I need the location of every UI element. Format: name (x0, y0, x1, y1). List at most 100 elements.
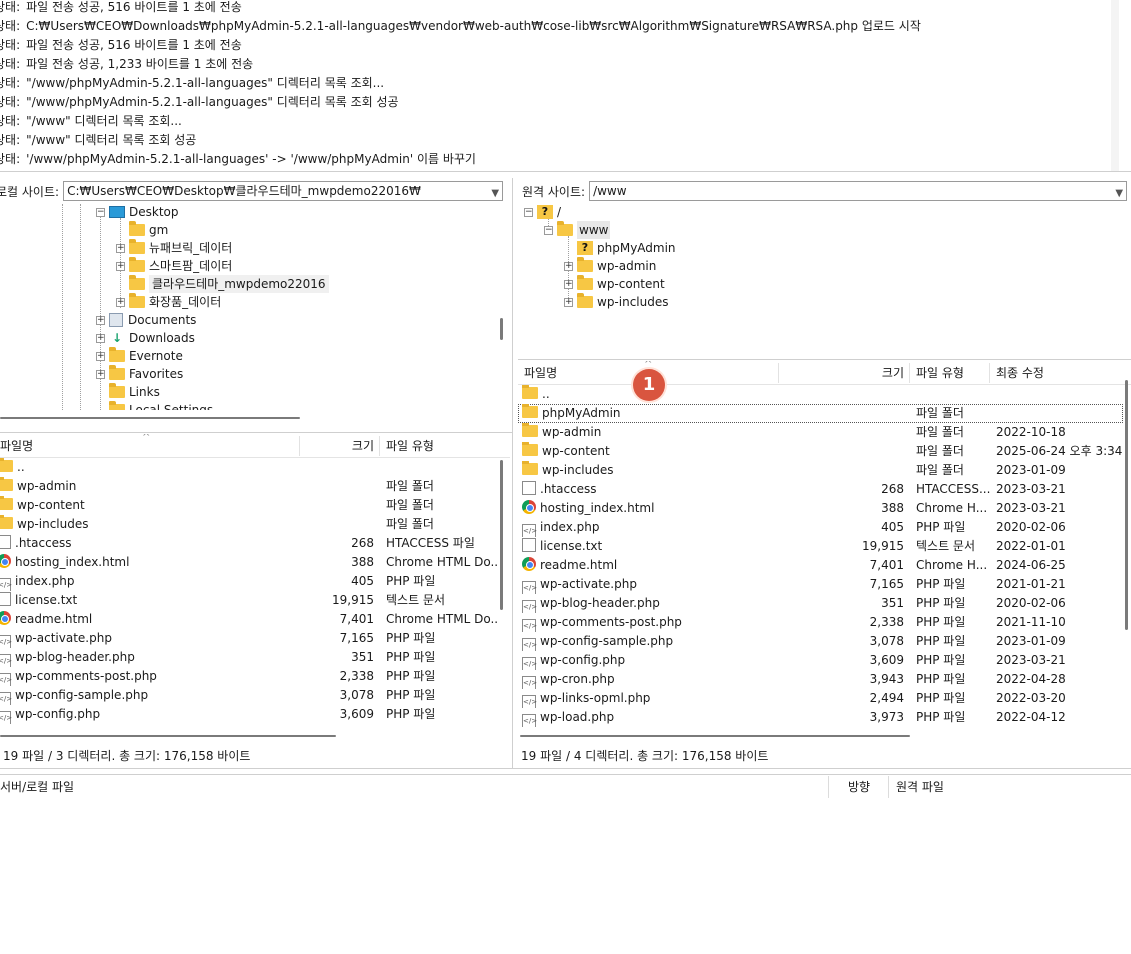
local-file-row[interactable]: </> wp-activate.php 7,165 PHP 파일 (0, 629, 500, 648)
file-name: wp-activate.php (540, 577, 637, 591)
log-scrollbar[interactable] (1111, 0, 1119, 171)
collapse-icon[interactable]: − (544, 225, 553, 235)
remote-list-h-scrollbar[interactable] (520, 735, 910, 737)
local-file-row[interactable]: wp-includes 파일 폴더 (0, 515, 500, 534)
file-modified: 2022-04-28 (996, 672, 1066, 686)
remote-file-row[interactable]: wp-includes 파일 폴더 2023-01-09 (518, 461, 1123, 480)
remote-file-row[interactable]: .htaccess 268 HTACCESS... 2023-03-21 (518, 480, 1123, 499)
local-tree-node[interactable]: 클라우드테마_mwpdemo22016 (116, 275, 329, 293)
local-file-row[interactable]: readme.html 7,401 Chrome HTML Do... (0, 610, 500, 629)
local-file-row[interactable]: hosting_index.html 388 Chrome HTML Do... (0, 553, 500, 572)
expand-icon[interactable]: + (564, 261, 573, 271)
local-file-list[interactable]: 파일명 ^ 크기 파일 유형 .. wp-admin 파일 폴더 wp-content… (0, 434, 510, 728)
pane-divider[interactable] (512, 178, 513, 768)
local-file-row[interactable]: .htaccess 268 HTACCESS 파일 (0, 534, 500, 553)
expand-icon[interactable]: + (96, 333, 105, 343)
file-name: hosting_index.html (15, 555, 130, 569)
local-file-row[interactable]: </> index.php 405 PHP 파일 (0, 572, 500, 591)
local-tree-h-scrollbar[interactable] (0, 417, 300, 419)
remote-file-row[interactable]: </> wp-load.php 3,973 PHP 파일 2022-04-12 (518, 708, 1123, 727)
remote-file-row[interactable]: </> wp-links-opml.php 2,494 PHP 파일 2022-03-2… (518, 689, 1123, 708)
remote-file-row[interactable]: readme.html 7,401 Chrome H... 2024-06-25 (518, 556, 1123, 575)
local-tree-node[interactable]: + Favorites (96, 365, 183, 383)
collapse-icon[interactable]: − (96, 207, 105, 217)
remote-header-name[interactable]: 파일명 (524, 361, 644, 385)
transfer-queue[interactable]: 서버/로컬 파일 방향 원격 파일 (0, 774, 1131, 798)
remote-tree-node[interactable]: + wp-content (564, 275, 665, 293)
local-tree-node[interactable]: + ↓ Downloads (96, 329, 195, 347)
remote-tree-node[interactable]: − www (544, 221, 611, 239)
expand-icon[interactable]: + (116, 297, 125, 307)
remote-file-row[interactable]: </> wp-activate.php 7,165 PHP 파일 2021-01-21 (518, 575, 1123, 594)
remote-file-row[interactable]: </> wp-comments-post.php 2,338 PHP 파일 2021-1… (518, 613, 1123, 632)
local-file-row[interactable]: </> wp-blog-header.php 351 PHP 파일 (0, 648, 500, 667)
expand-icon[interactable]: + (96, 315, 105, 325)
local-tree-node[interactable]: + 뉴패브릭_데이터 (116, 239, 232, 257)
remote-file-list[interactable]: 파일명 ^ 크기 파일 유형 최종 수정 .. phpMyAdmin 파일 폴더 wp… (518, 361, 1131, 728)
chevron-down-icon[interactable]: ▼ (491, 185, 499, 200)
remote-pane-divider[interactable] (518, 359, 1131, 360)
remote-file-row[interactable]: </> index.php 405 PHP 파일 2020-02-06 (518, 518, 1123, 537)
local-file-row[interactable]: .. (0, 458, 500, 477)
remote-tree-node[interactable]: ? phpMyAdmin (564, 239, 676, 257)
local-header-size[interactable]: 크기 (300, 434, 374, 458)
local-file-row[interactable]: </> wp-config-sample.php 3,078 PHP 파일 (0, 686, 500, 705)
local-file-row[interactable]: </> wp-config.php 3,609 PHP 파일 (0, 705, 500, 724)
documents-icon (109, 313, 123, 327)
message-log[interactable]: 상태:파일 전송 성공, 516 바이트를 1 초에 전송상태:C:₩Users… (0, 0, 1131, 172)
expand-icon[interactable]: + (116, 261, 125, 271)
expand-icon[interactable]: + (96, 351, 105, 361)
local-directory-tree[interactable]: − Desktop gm + 뉴패브릭_데이터 + 스마트팜_데이터 클라우드테마_mwpde… (0, 204, 510, 410)
remote-file-row[interactable]: wp-content 파일 폴더 2025-06-24 오후 3:34 (518, 442, 1123, 461)
file-type: 텍스트 문서 (916, 539, 976, 553)
remote-file-row[interactable]: license.txt 19,915 텍스트 문서 2022-01-01 (518, 537, 1123, 556)
local-tree-node[interactable]: + Documents (96, 311, 196, 329)
chevron-down-icon[interactable]: ▼ (1115, 185, 1123, 200)
expand-icon[interactable]: + (116, 243, 125, 253)
remote-list-scrollbar[interactable] (1125, 380, 1128, 630)
collapse-icon[interactable]: − (524, 207, 533, 217)
local-tree-scrollbar[interactable] (500, 318, 503, 340)
local-pane-divider[interactable] (0, 432, 512, 433)
remote-file-row[interactable]: .. (518, 385, 1123, 404)
remote-tree-node[interactable]: + wp-admin (564, 257, 656, 275)
remote-directory-tree[interactable]: −? / − www? phpMyAdmin + wp-admin + wp-content + w… (518, 204, 1131, 354)
remote-file-row[interactable]: </> wp-config-sample.php 3,078 PHP 파일 2023-0… (518, 632, 1123, 651)
local-file-row[interactable]: </> wp-comments-post.php 2,338 PHP 파일 (0, 667, 500, 686)
local-tree-node[interactable]: Links (96, 383, 160, 401)
remote-file-row[interactable]: phpMyAdmin 파일 폴더 (518, 404, 1123, 423)
expand-icon[interactable]: + (564, 297, 573, 307)
local-tree-node[interactable]: + Evernote (96, 347, 183, 365)
local-tree-node[interactable]: Local Settings (96, 401, 213, 410)
local-file-row[interactable]: wp-content 파일 폴더 (0, 496, 500, 515)
local-header-name[interactable]: 파일명 (0, 434, 140, 458)
expand-icon[interactable]: + (96, 369, 105, 379)
log-label: 상태: (0, 152, 21, 166)
remote-file-row[interactable]: hosting_index.html 388 Chrome H... 2023-03-… (518, 499, 1123, 518)
local-list-scrollbar[interactable] (500, 460, 503, 610)
local-file-row[interactable]: license.txt 19,915 텍스트 문서 (0, 591, 500, 610)
local-tree-node[interactable]: − Desktop (96, 204, 179, 221)
local-list-h-scrollbar[interactable] (0, 735, 336, 737)
local-tree-node[interactable]: + 스마트팜_데이터 (116, 257, 232, 275)
remote-header-type[interactable]: 파일 유형 (916, 361, 986, 385)
local-file-row[interactable]: wp-admin 파일 폴더 (0, 477, 500, 496)
remote-site-input[interactable]: /www ▼ (589, 181, 1128, 201)
remote-tree-node[interactable]: −? / (524, 204, 561, 221)
remote-file-row[interactable]: </> wp-blog-header.php 351 PHP 파일 2020-02-06 (518, 594, 1123, 613)
remote-tree-node[interactable]: + wp-includes (564, 293, 669, 311)
queue-header-direction[interactable]: 방향 (848, 775, 870, 799)
remote-file-row[interactable]: wp-admin 파일 폴더 2022-10-18 (518, 423, 1123, 442)
local-tree-node[interactable]: gm (116, 221, 168, 239)
remote-header-modified[interactable]: 최종 수정 (996, 361, 1116, 385)
remote-header-size[interactable]: 크기 (780, 361, 904, 385)
local-site-input[interactable]: C:₩Users₩CEO₩Desktop₩클라우드테마_mwpdemo22016… (63, 181, 504, 201)
local-header-type[interactable]: 파일 유형 (386, 434, 506, 458)
queue-header-file[interactable]: 서버/로컬 파일 (0, 775, 74, 799)
queue-header-remote[interactable]: 원격 파일 (896, 775, 944, 799)
remote-file-row[interactable]: </> wp-config.php 3,609 PHP 파일 2023-03-21 (518, 651, 1123, 670)
local-tree-node[interactable]: + 화장품_데이터 (116, 293, 221, 311)
file-modified: 2025-06-24 오후 3:34 (996, 444, 1123, 458)
expand-icon[interactable]: + (564, 279, 573, 289)
remote-file-row[interactable]: </> wp-cron.php 3,943 PHP 파일 2022-04-28 (518, 670, 1123, 689)
